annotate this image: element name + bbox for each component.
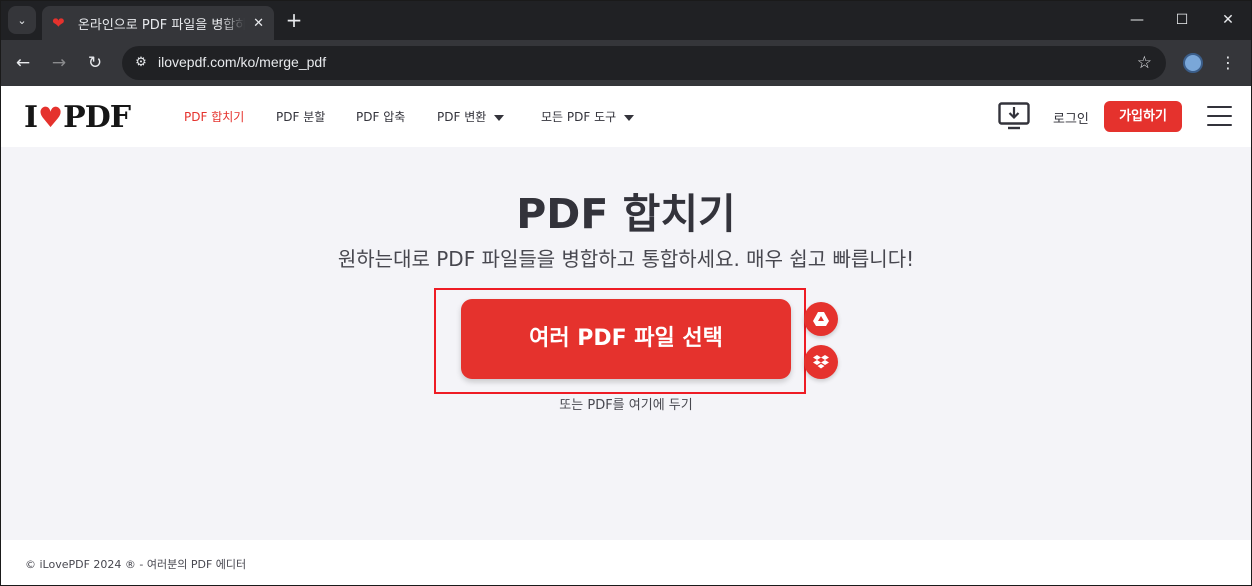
address-bar[interactable]: ⚙ ilovepdf.com/ko/merge_pdf ☆ [122, 46, 1166, 80]
ilovepdf-favicon-icon: ❤ [52, 14, 65, 32]
url-text[interactable]: ilovepdf.com/ko/merge_pdf [158, 54, 326, 70]
desktop-download-icon[interactable] [998, 102, 1030, 130]
site-header: I ♥ PDF PDF 합치기 PDF 분할 PDF 압축 PDF 변환 모든 … [1, 86, 1251, 147]
forward-icon[interactable]: → [47, 51, 71, 75]
nav-split-pdf[interactable]: PDF 분할 [276, 108, 325, 125]
bookmark-star-icon[interactable]: ☆ [1137, 52, 1152, 74]
page-title: PDF 합치기 [516, 190, 736, 238]
nav-merge-pdf[interactable]: PDF 합치기 [184, 108, 244, 125]
site-footer: © iLovePDF 2024 ® - 여러분의 PDF 에디터 [1, 540, 1251, 585]
caret-down-icon [624, 114, 635, 121]
signup-button[interactable]: 가입하기 [1104, 101, 1182, 132]
profile-avatar[interactable] [1183, 53, 1203, 73]
hamburger-menu-icon[interactable] [1207, 106, 1232, 126]
reload-icon[interactable]: ↻ [83, 51, 107, 75]
main-content: PDF 합치기 원하는대로 PDF 파일들을 병합하고 통합하세요. 매우 쉽고… [1, 147, 1251, 540]
dropbox-icon [813, 355, 829, 369]
browser-toolbar: ← → ↻ ⚙ ilovepdf.com/ko/merge_pdf ☆ [0, 40, 1252, 86]
nav-all-tools-label: 모든 PDF 도구 [541, 110, 617, 124]
new-tab-icon[interactable]: + [282, 8, 306, 32]
nav-convert-pdf[interactable]: PDF 변환 [437, 108, 505, 125]
page-subtitle: 원하는대로 PDF 파일들을 병합하고 통합하세요. 매우 쉽고 빠릅니다! [337, 247, 915, 271]
nav-compress-pdf[interactable]: PDF 압축 [356, 108, 405, 125]
select-pdf-files-button[interactable]: 여러 PDF 파일 선택 [461, 299, 791, 379]
google-drive-icon [813, 312, 829, 326]
logo-text-i: I [24, 99, 38, 135]
back-icon[interactable]: ← [11, 51, 35, 75]
tab-search-icon[interactable]: ⌄ [8, 6, 36, 34]
caret-down-icon [494, 114, 505, 121]
site-info-icon[interactable]: ⚙ [130, 52, 152, 74]
tab-title: 온라인으로 PDF 파일을 병합하 [77, 17, 246, 33]
login-link[interactable]: 로그인 [1053, 108, 1089, 127]
footer-copyright: © iLovePDF 2024 ® - 여러분의 PDF 에디터 [25, 558, 247, 571]
ilovepdf-logo[interactable]: I ♥ PDF [24, 99, 131, 135]
close-window-icon[interactable]: ✕ [1216, 8, 1240, 32]
nav-all-tools[interactable]: 모든 PDF 도구 [541, 108, 635, 125]
logo-text-pdf: PDF [63, 99, 131, 135]
browser-tab[interactable]: ❤ 온라인으로 PDF 파일을 병합하 ✕ [42, 6, 274, 40]
dropbox-button[interactable] [804, 345, 838, 379]
browser-menu-icon[interactable]: ⋮ [1218, 50, 1238, 76]
nav-convert-label: PDF 변환 [437, 110, 487, 124]
minimize-icon[interactable]: — [1125, 8, 1149, 32]
heart-icon: ♥ [38, 100, 63, 134]
close-tab-icon[interactable]: ✕ [253, 16, 264, 31]
drop-hint-text: 또는 PDF를 여기에 두기 [559, 398, 693, 413]
google-drive-button[interactable] [804, 302, 838, 336]
maximize-icon[interactable]: ☐ [1170, 8, 1194, 32]
browser-titlebar: ⌄ ❤ 온라인으로 PDF 파일을 병합하 ✕ + — ☐ ✕ [0, 0, 1252, 40]
